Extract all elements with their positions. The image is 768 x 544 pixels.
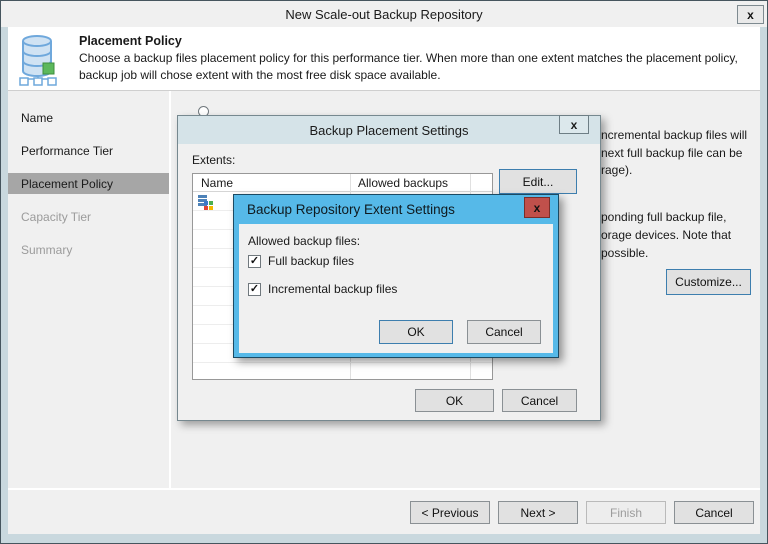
backup-repository-extent-settings-dialog: Backup Repository Extent Settings x Allo… xyxy=(233,194,559,358)
sidebar-item-placement-policy[interactable]: Placement Policy xyxy=(21,177,113,192)
incremental-backup-files-label: Incremental backup files xyxy=(268,282,398,296)
previous-button[interactable]: < Previous xyxy=(410,501,490,524)
placement-ok-button[interactable]: OK xyxy=(415,389,494,412)
extent-dialog-titlebar[interactable]: Backup Repository Extent Settings xyxy=(247,195,455,224)
policy-text-fragment: ponding full backup file, xyxy=(601,210,727,224)
sidebar-separator xyxy=(169,91,171,488)
cancel-button[interactable]: Cancel xyxy=(674,501,754,524)
policy-text-fragment: ncremental backup files will xyxy=(601,128,748,142)
placement-dialog-title: Backup Placement Settings xyxy=(309,122,469,138)
step-title: Placement Policy xyxy=(79,34,182,48)
policy-text-fragment: orage devices. Note that xyxy=(601,228,732,242)
wizard-steps-sidebar: Name Performance Tier Placement Policy C… xyxy=(8,91,169,534)
window-titlebar[interactable]: New Scale-out Backup Repository xyxy=(1,1,767,27)
sidebar-item-capacity-tier[interactable]: Capacity Tier xyxy=(21,210,91,225)
full-backup-files-label: Full backup files xyxy=(268,254,355,268)
customize-button[interactable]: Customize... xyxy=(666,269,751,295)
close-icon: x xyxy=(533,200,541,215)
next-button[interactable]: Next > xyxy=(498,501,578,524)
extents-table-header: Name Allowed backups xyxy=(193,174,492,192)
window-title: New Scale-out Backup Repository xyxy=(285,6,483,22)
edit-button[interactable]: Edit... xyxy=(499,169,577,194)
close-icon: x xyxy=(570,117,578,132)
extent-cancel-button[interactable]: Cancel xyxy=(467,320,541,344)
check-icon: ✓ xyxy=(249,282,260,295)
policy-text-fragment: rage). xyxy=(601,163,633,177)
window-close-button[interactable]: x xyxy=(737,5,764,24)
full-backup-files-row: ✓ Full backup files xyxy=(248,254,354,268)
step-description-line2: backup job will chose extent with the mo… xyxy=(79,68,441,82)
policy-text-fragment: possible. xyxy=(601,246,649,260)
window-frame-right xyxy=(760,27,767,543)
placement-dialog-close-button[interactable]: x xyxy=(559,115,589,134)
checkbox-incremental-backup-files[interactable]: ✓ xyxy=(248,282,261,296)
extents-label: Extents: xyxy=(192,153,236,167)
column-header-allowed-backups[interactable]: Allowed backups xyxy=(358,176,448,190)
extent-dialog-body: Allowed backup files: ✓ Full backup file… xyxy=(239,224,553,353)
finish-button[interactable]: Finish xyxy=(586,501,666,524)
policy-text-fragment: next full backup file can be xyxy=(601,146,743,160)
extent-repository-icon xyxy=(197,194,213,210)
incremental-backup-files-row: ✓ Incremental backup files xyxy=(248,282,397,296)
allowed-backup-files-label: Allowed backup files: xyxy=(248,234,361,248)
scale-out-repository-icon xyxy=(15,32,67,86)
step-description-line1: Choose a backup files placement policy f… xyxy=(79,51,738,65)
sidebar-item-name[interactable]: Name xyxy=(21,111,53,126)
placement-cancel-button[interactable]: Cancel xyxy=(502,389,577,412)
extent-ok-button[interactable]: OK xyxy=(379,320,453,344)
footer-separator xyxy=(8,488,760,490)
window-frame-bottom xyxy=(1,534,767,543)
extent-dialog-close-button[interactable]: x xyxy=(524,197,550,218)
sidebar-item-summary[interactable]: Summary xyxy=(21,243,72,258)
column-header-name[interactable]: Name xyxy=(201,176,233,190)
check-icon: ✓ xyxy=(249,254,260,267)
sidebar-item-performance-tier[interactable]: Performance Tier xyxy=(21,144,113,159)
placement-dialog-titlebar[interactable]: Backup Placement Settings xyxy=(178,116,600,144)
window-frame-left xyxy=(1,27,8,543)
new-scale-out-backup-repository-window: New Scale-out Backup Repository x Placem… xyxy=(0,0,768,544)
close-icon: x xyxy=(747,7,754,22)
checkbox-full-backup-files[interactable]: ✓ xyxy=(248,254,261,268)
